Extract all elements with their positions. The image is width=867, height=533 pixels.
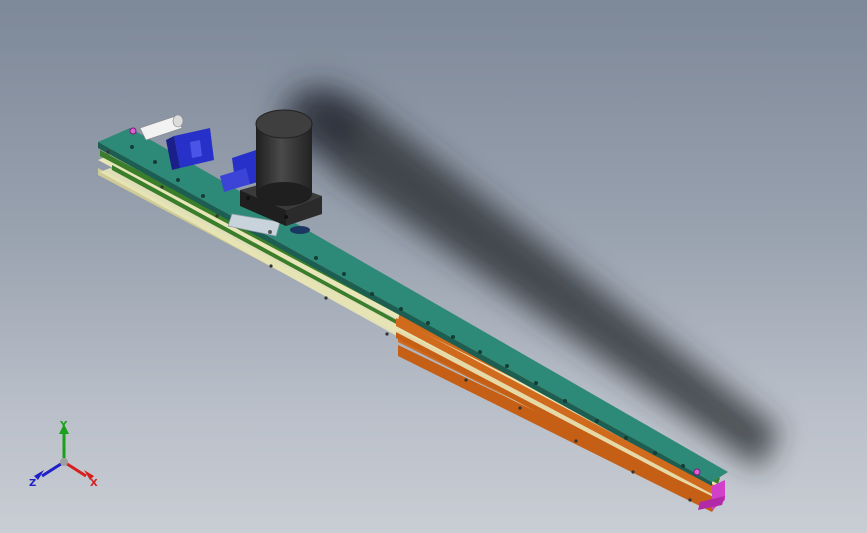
triad-y-label: Y (59, 420, 68, 431)
orientation-triad[interactable]: Y X Z (24, 418, 104, 493)
motor-coupler (290, 226, 310, 234)
triad-origin (60, 458, 68, 466)
motor-body[interactable] (255, 109, 313, 206)
triad-z-axis (34, 460, 65, 480)
graphics-viewport[interactable]: Y X Z (0, 0, 867, 533)
triad-x-label: X (90, 478, 98, 489)
linear-module-model[interactable] (0, 0, 867, 533)
start-screw (129, 127, 137, 135)
triad-z-label: Z (29, 478, 36, 489)
